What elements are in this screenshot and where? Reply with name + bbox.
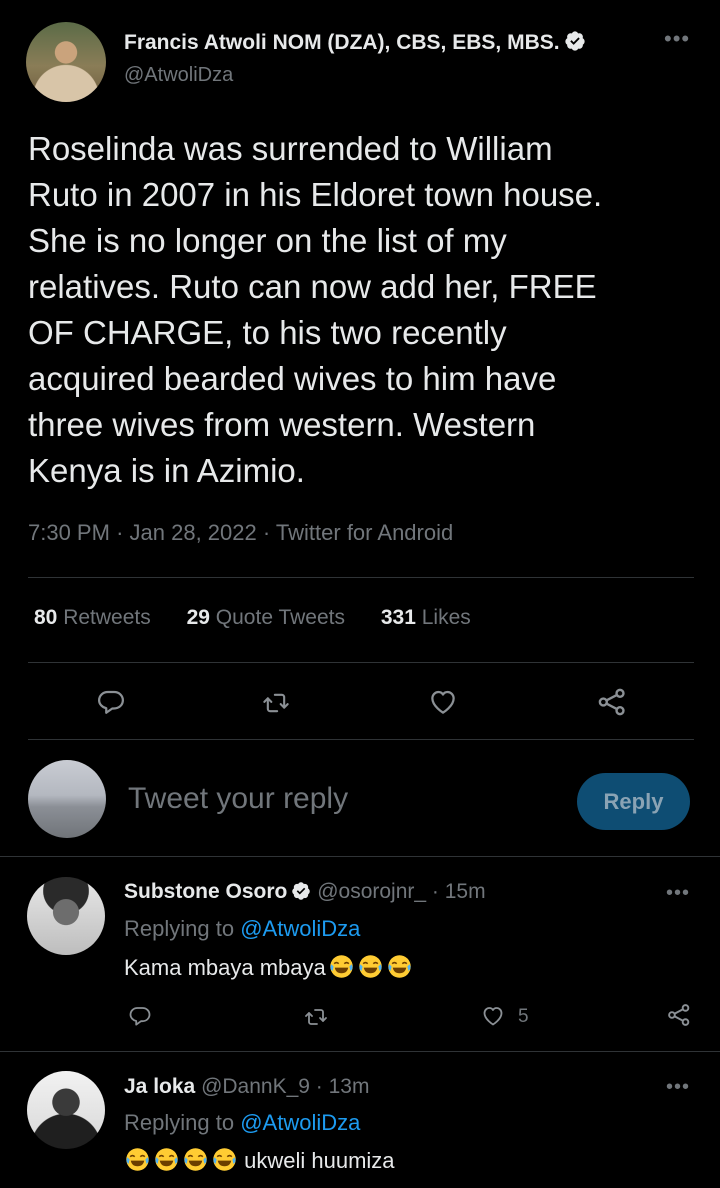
reply-button[interactable]: Reply bbox=[577, 773, 690, 830]
heart-icon[interactable] bbox=[480, 1004, 506, 1028]
reply-avatar[interactable] bbox=[27, 1071, 105, 1149]
reply-input[interactable]: Tweet your reply bbox=[128, 782, 348, 816]
tweet-source[interactable]: Twitter for Android bbox=[276, 520, 453, 545]
reply-author-handle[interactable]: @DannK_9 bbox=[201, 1075, 310, 1098]
tweet-stats: 80 Retweets 29 Quote Tweets 331 Likes bbox=[34, 606, 501, 630]
retweet-icon[interactable] bbox=[260, 689, 292, 717]
current-user-avatar[interactable] bbox=[28, 760, 106, 838]
replying-to-link[interactable]: @AtwoliDza bbox=[240, 1110, 360, 1135]
replying-to: Replying to @AtwoliDza bbox=[124, 916, 361, 941]
divider bbox=[28, 662, 694, 663]
divider bbox=[28, 577, 694, 578]
retweet-icon[interactable] bbox=[302, 1005, 330, 1029]
face-with-tears-of-joy-emoji bbox=[155, 1148, 178, 1171]
tweet-text-line: Ruto in 2007 in his Eldoret town house. bbox=[28, 176, 603, 213]
reply-author-handle[interactable]: @osorojnr_ bbox=[317, 880, 426, 903]
face-with-tears-of-joy-emoji bbox=[388, 955, 411, 978]
reply-avatar[interactable] bbox=[27, 877, 105, 955]
tweet-text: Roselinda was surrended to William Ruto … bbox=[28, 126, 698, 494]
share-icon[interactable] bbox=[666, 1002, 692, 1028]
divider bbox=[28, 739, 694, 740]
reply-text: Kama mbaya mbaya bbox=[124, 953, 413, 981]
tweet-meta: 7:30 PM · Jan 28, 2022 · Twitter for And… bbox=[28, 520, 454, 545]
likes-stat[interactable]: 331 Likes bbox=[381, 606, 471, 629]
reply-text: ukweli huumiza bbox=[124, 1146, 395, 1174]
verified-badge-icon bbox=[564, 31, 585, 51]
author-name-row[interactable]: Francis Atwoli NOM (DZA), CBS, EBS, MBS. bbox=[124, 30, 586, 55]
tweet-text-line: relatives. Ruto can now add her, FREE bbox=[28, 268, 597, 305]
face-with-tears-of-joy-emoji bbox=[126, 1148, 149, 1171]
more-options-icon[interactable]: ••• bbox=[666, 882, 690, 905]
reply-author-name[interactable]: Ja loka bbox=[124, 1075, 195, 1098]
more-options-icon[interactable]: ••• bbox=[666, 1076, 690, 1099]
divider bbox=[0, 1051, 720, 1052]
author-avatar[interactable] bbox=[26, 22, 106, 102]
more-options-icon[interactable]: ••• bbox=[664, 26, 690, 52]
share-icon[interactable] bbox=[596, 686, 628, 718]
tweet-text-line: She is no longer on the list of my bbox=[28, 222, 507, 259]
tweet-text-line: acquired bearded wives to him have bbox=[28, 360, 557, 397]
reply-author-name[interactable]: Substone Osoro bbox=[124, 880, 287, 903]
tweet-time[interactable]: 7:30 PM bbox=[28, 520, 110, 545]
replying-to-link[interactable]: @AtwoliDza bbox=[240, 916, 360, 941]
quote-tweets-stat[interactable]: 29 Quote Tweets bbox=[187, 606, 345, 629]
verified-badge-icon bbox=[292, 882, 311, 900]
comment-icon[interactable] bbox=[128, 1004, 152, 1028]
retweets-stat[interactable]: 80 Retweets bbox=[34, 606, 151, 629]
divider bbox=[0, 856, 720, 857]
author-handle[interactable]: @AtwoliDza bbox=[124, 64, 233, 87]
reply-time: · 15m bbox=[431, 880, 486, 903]
reply-header: Substone Osoro @osorojnr_ · 15m bbox=[124, 880, 486, 904]
heart-icon[interactable] bbox=[427, 687, 459, 717]
reply-header: Ja loka @DannK_9 · 13m bbox=[124, 1075, 369, 1099]
face-with-tears-of-joy-emoji bbox=[359, 955, 382, 978]
reply-time: · 13m bbox=[315, 1075, 370, 1098]
tweet-text-line: three wives from western. Western bbox=[28, 406, 536, 443]
tweet-text-line: Kenya is in Azimio. bbox=[28, 452, 305, 489]
tweet-date[interactable]: Jan 28, 2022 bbox=[130, 520, 257, 545]
tweet-text-line: Roselinda was surrended to William bbox=[28, 130, 553, 167]
tweet-text-line: OF CHARGE, to his two recently bbox=[28, 314, 507, 351]
face-with-tears-of-joy-emoji bbox=[330, 955, 353, 978]
like-count: 5 bbox=[518, 1006, 529, 1027]
comment-icon[interactable] bbox=[96, 687, 126, 717]
face-with-tears-of-joy-emoji bbox=[184, 1148, 207, 1171]
author-name[interactable]: Francis Atwoli NOM (DZA), CBS, EBS, MBS. bbox=[124, 31, 560, 54]
face-with-tears-of-joy-emoji bbox=[213, 1148, 236, 1171]
replying-to: Replying to @AtwoliDza bbox=[124, 1110, 361, 1135]
